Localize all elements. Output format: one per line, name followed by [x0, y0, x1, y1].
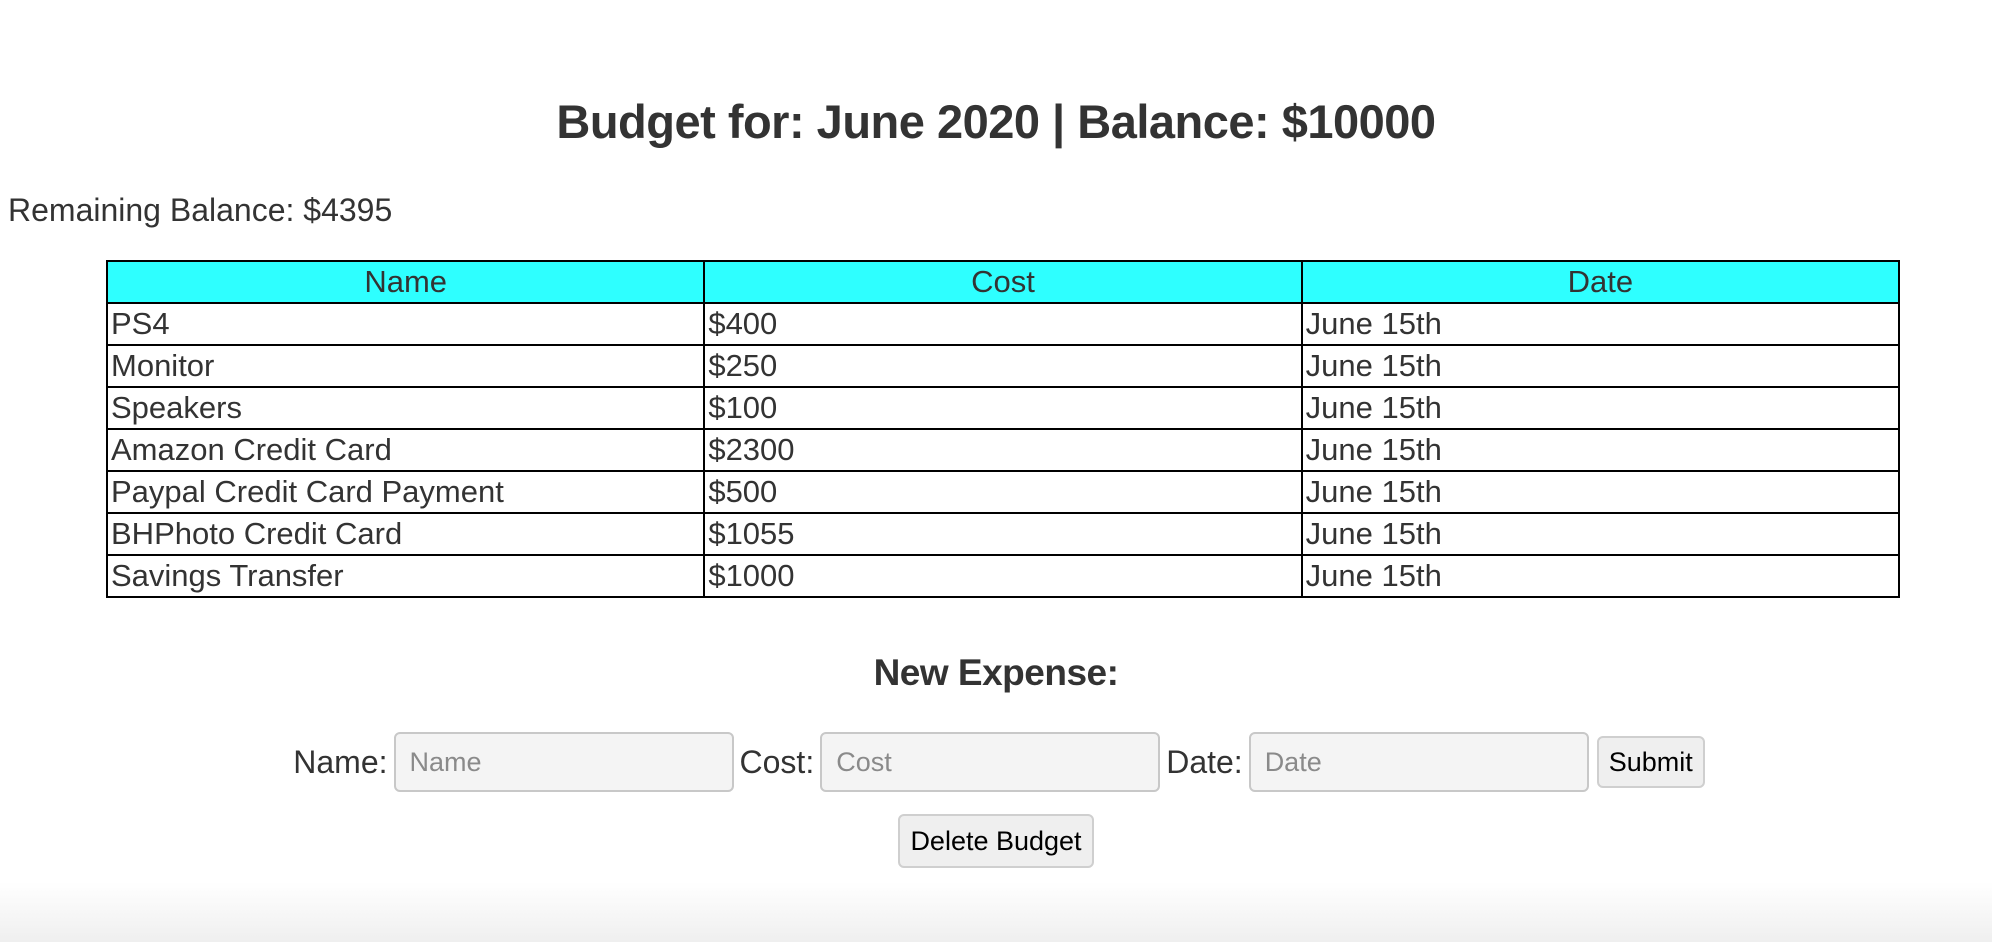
table-row: Savings Transfer $1000 June 15th — [105, 554, 1901, 598]
cell-name: Amazon Credit Card — [105, 428, 706, 472]
cell-date: June 15th — [1300, 470, 1901, 514]
cell-date: June 15th — [1300, 554, 1901, 598]
date-label: Date: — [1166, 744, 1243, 780]
budget-page: Budget for: June 2020 | Balance: $10000 … — [0, 0, 1992, 942]
table-header-row: Name Cost Date — [105, 260, 1901, 304]
cell-cost: $1055 — [703, 512, 1303, 556]
name-input[interactable] — [393, 732, 734, 792]
table-row: Speakers $100 June 15th — [105, 386, 1901, 430]
cell-cost: $2300 — [703, 428, 1303, 472]
table-row: Amazon Credit Card $2300 June 15th — [105, 428, 1901, 472]
date-input[interactable] — [1248, 732, 1589, 792]
cell-date: June 15th — [1300, 386, 1901, 430]
cell-name: Savings Transfer — [105, 554, 706, 598]
table-row: Paypal Credit Card Payment $500 June 15t… — [105, 470, 1901, 514]
cell-name: PS4 — [105, 302, 706, 346]
table-row: Monitor $250 June 15th — [105, 344, 1901, 388]
delete-row: Delete Budget — [0, 814, 1992, 868]
cell-cost: $400 — [703, 302, 1303, 346]
name-label: Name: — [293, 744, 388, 780]
remaining-balance: Remaining Balance: $4395 — [8, 192, 393, 228]
cell-name: Speakers — [105, 386, 706, 430]
cost-input[interactable] — [820, 732, 1161, 792]
page-title: Budget for: June 2020 | Balance: $10000 — [556, 95, 1436, 148]
column-header-cost: Cost — [703, 260, 1303, 304]
cell-date: June 15th — [1300, 428, 1901, 472]
delete-budget-button[interactable]: Delete Budget — [898, 814, 1094, 868]
table-row: BHPhoto Credit Card $1055 June 15th — [105, 512, 1901, 556]
column-header-date: Date — [1300, 260, 1901, 304]
cell-name: Monitor — [105, 344, 706, 388]
bottom-shade — [0, 882, 1992, 942]
submit-button[interactable]: Submit — [1596, 736, 1705, 788]
new-expense-heading: New Expense: — [873, 652, 1119, 693]
cell-date: June 15th — [1300, 302, 1901, 346]
table-row: PS4 $400 June 15th — [105, 302, 1901, 346]
cell-cost: $100 — [703, 386, 1303, 430]
column-header-name: Name — [105, 260, 706, 304]
cell-name: Paypal Credit Card Payment — [105, 470, 706, 514]
cell-cost: $250 — [703, 344, 1303, 388]
expenses-table: Name Cost Date PS4 $400 June 15th Monito… — [105, 260, 1901, 598]
cell-date: June 15th — [1300, 512, 1901, 556]
cell-cost: $1000 — [703, 554, 1303, 598]
new-expense-form: Name: Cost: Date: Submit — [0, 732, 1992, 792]
cell-name: BHPhoto Credit Card — [105, 512, 706, 556]
cell-date: June 15th — [1300, 344, 1901, 388]
cost-label: Cost: — [739, 744, 815, 780]
cell-cost: $500 — [703, 470, 1303, 514]
